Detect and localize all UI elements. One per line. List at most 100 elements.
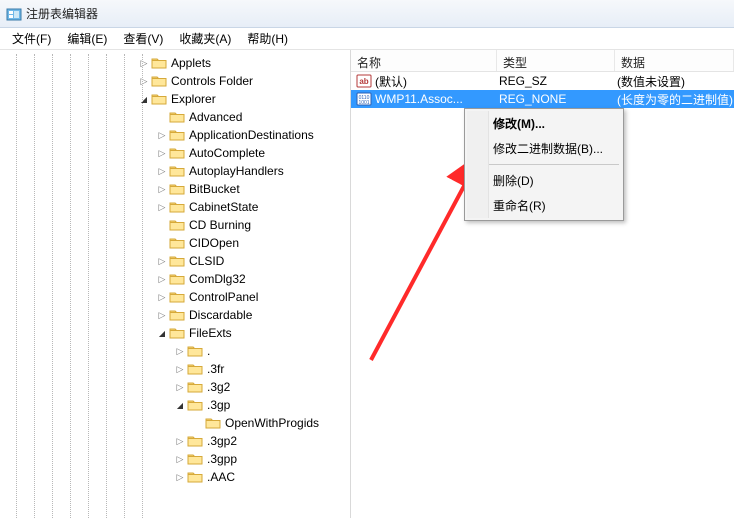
tree-node[interactable]: ▷CD Burning [2,216,350,234]
folder-icon [187,398,203,412]
folder-icon [169,200,185,214]
tree-node-label: Explorer [167,92,216,106]
folder-icon [169,164,185,178]
tree-node[interactable]: ▷ApplicationDestinations [2,126,350,144]
expander-closed-icon[interactable]: ▷ [173,434,187,448]
tree-node-label: .AAC [203,470,235,484]
tree-node[interactable]: ▷. [2,342,350,360]
expander-closed-icon[interactable]: ▷ [137,56,151,70]
tree-node[interactable]: ▷Advanced [2,108,350,126]
expander-closed-icon[interactable]: ▷ [173,452,187,466]
value-name: WMP11.Assoc... [373,92,497,106]
column-data[interactable]: 数据 [615,50,734,71]
tree-node-label: BitBucket [185,182,240,196]
tree-node[interactable]: ▷ .3gpp [2,450,350,468]
folder-icon [169,182,185,196]
expander-closed-icon[interactable]: ▷ [155,272,169,286]
expander-open-icon[interactable]: ◢ [155,326,169,340]
expander-closed-icon[interactable]: ▷ [173,380,187,394]
tree-node-label: Advanced [185,110,242,124]
tree-node[interactable]: ▷OpenWithProgids [2,414,350,432]
tree-node[interactable]: ▷ AutoComplete [2,144,350,162]
value-row[interactable]: ab(默认)REG_SZ(数值未设置) [351,72,734,90]
expander-closed-icon[interactable]: ▷ [155,182,169,196]
tree-node[interactable]: ▷ControlPanel [2,288,350,306]
expander-closed-icon[interactable]: ▷ [155,308,169,322]
folder-icon [169,290,185,304]
value-data: (数值未设置) [615,73,734,90]
values-pane[interactable]: 名称 类型 数据 ab(默认)REG_SZ(数值未设置)01101001WMP1… [351,50,734,518]
folder-icon [187,344,203,358]
expander-closed-icon[interactable]: ▷ [173,470,187,484]
value-row[interactable]: 01101001WMP11.Assoc...REG_NONE(长度为零的二进制值… [351,90,734,108]
string-value-icon: ab [355,73,373,89]
tree-node[interactable]: ▷ AutoplayHandlers [2,162,350,180]
expander-closed-icon[interactable]: ▷ [155,290,169,304]
menu-help[interactable]: 帮助(H) [239,28,296,49]
tree-node-label: .3gpp [203,452,237,466]
regedit-icon [6,6,22,22]
folder-icon [205,416,221,430]
tree-node-label: CabinetState [185,200,258,214]
ctx-rename[interactable]: 重命名(R) [467,193,621,218]
ctx-modify-binary[interactable]: 修改二进制数据(B)... [467,136,621,161]
tree-node-label: .3g2 [203,380,230,394]
tree-node[interactable]: ◢.3gp [2,396,350,414]
expander-open-icon[interactable]: ◢ [173,398,187,412]
tree-node[interactable]: ▷ Applets [2,54,350,72]
folder-icon [169,128,185,142]
context-menu: 修改(M)... 修改二进制数据(B)... 删除(D) 重命名(R) [464,108,624,221]
value-type: REG_NONE [497,92,615,106]
ctx-modify[interactable]: 修改(M)... [467,111,621,136]
column-name[interactable]: 名称 [351,50,497,71]
tree-node-label: .3gp2 [203,434,237,448]
expander-closed-icon[interactable]: ▷ [155,164,169,178]
tree-node-label: . [203,344,210,358]
tree-node-label: FileExts [185,326,232,340]
tree-pane[interactable]: ▷Applets▷Controls Folder◢Explorer▷Advanc… [0,50,351,518]
folder-icon [169,272,185,286]
column-type[interactable]: 类型 [497,50,615,71]
tree-node-label: AutoplayHandlers [185,164,284,178]
tree-node[interactable]: ▷ .3g2 [2,378,350,396]
tree-node-label: .3fr [203,362,224,376]
expander-closed-icon[interactable]: ▷ [155,200,169,214]
tree-node[interactable]: ▷CIDOpen [2,234,350,252]
expander-closed-icon[interactable]: ▷ [155,146,169,160]
folder-icon [169,308,185,322]
menu-edit[interactable]: 编辑(E) [59,28,115,49]
tree-node[interactable]: ▷ Controls Folder [2,72,350,90]
expander-closed-icon[interactable]: ▷ [173,362,187,376]
tree-node-label: Applets [167,56,211,70]
tree-node[interactable]: ▷ BitBucket [2,180,350,198]
tree-node[interactable]: ▷ Discardable [2,306,350,324]
tree-node[interactable]: ▷ .AAC [2,468,350,486]
menu-view[interactable]: 查看(V) [115,28,171,49]
tree-node[interactable]: ▷ComDlg32 [2,270,350,288]
tree-node-label: OpenWithProgids [221,416,319,430]
tree-node[interactable]: ▷ .3fr [2,360,350,378]
expander-open-icon[interactable]: ◢ [137,92,151,106]
svg-text:ab: ab [359,77,368,86]
tree-node[interactable]: ◢ FileExts [2,324,350,342]
tree-node[interactable]: ▷ .3gp2 [2,432,350,450]
tree-node-label: CD Burning [185,218,251,232]
tree-node-label: AutoComplete [185,146,265,160]
ctx-delete[interactable]: 删除(D) [467,168,621,193]
menu-favorites[interactable]: 收藏夹(A) [171,28,239,49]
tree-node-label: Controls Folder [167,74,253,88]
folder-icon [187,362,203,376]
folder-icon [169,326,185,340]
expander-closed-icon[interactable]: ▷ [155,254,169,268]
window-title: 注册表编辑器 [26,5,98,22]
tree-node-label: Discardable [185,308,252,322]
folder-icon [187,434,203,448]
menu-file[interactable]: 文件(F) [4,28,59,49]
expander-closed-icon[interactable]: ▷ [137,74,151,88]
tree-node[interactable]: ▷CLSID [2,252,350,270]
tree-node[interactable]: ▷ CabinetState [2,198,350,216]
tree-node[interactable]: ◢ Explorer [2,90,350,108]
expander-closed-icon[interactable]: ▷ [155,128,169,142]
folder-icon [151,92,167,106]
expander-closed-icon[interactable]: ▷ [173,344,187,358]
